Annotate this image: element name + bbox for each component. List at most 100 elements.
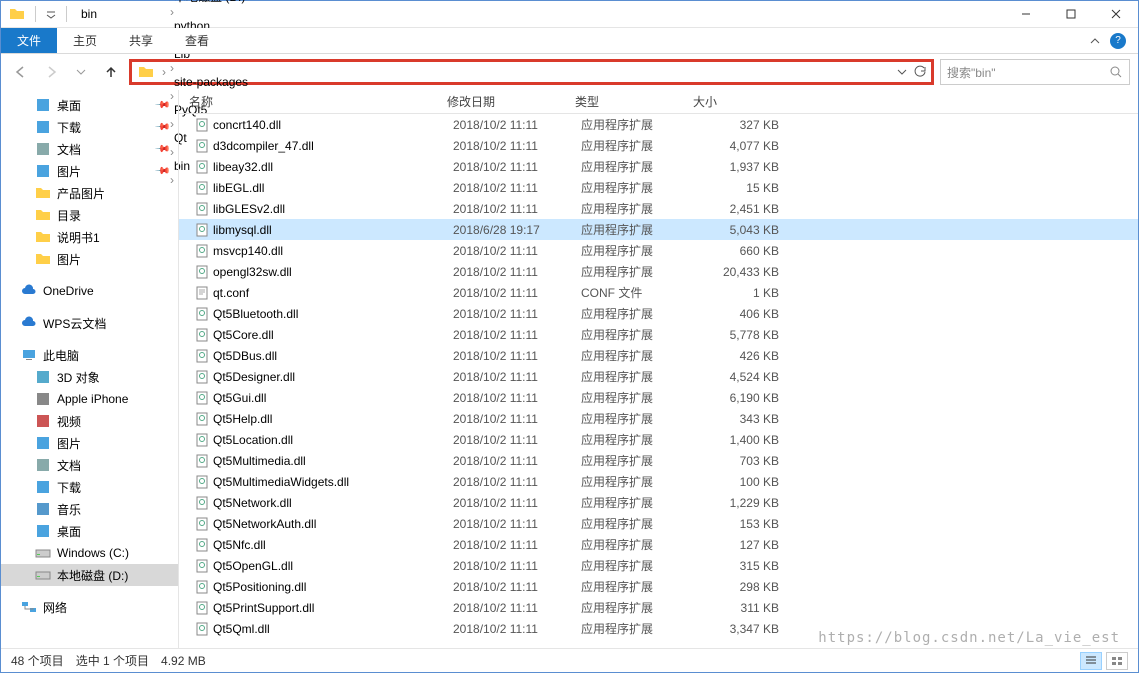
qat-overflow-icon[interactable] [46,9,56,19]
view-icons-button[interactable] [1106,652,1128,670]
sidebar-item[interactable]: 网络 [1,596,178,618]
file-row[interactable]: d3dcompiler_47.dll2018/10/2 11:11应用程序扩展4… [179,135,1138,156]
sidebar-item[interactable]: Apple iPhone [1,388,178,410]
file-row[interactable]: Qt5NetworkAuth.dll2018/10/2 11:11应用程序扩展1… [179,513,1138,534]
file-row[interactable]: Qt5Nfc.dll2018/10/2 11:11应用程序扩展127 KB [179,534,1138,555]
file-icon [195,580,213,594]
file-row[interactable]: Qt5Help.dll2018/10/2 11:11应用程序扩展343 KB [179,408,1138,429]
file-row[interactable]: Qt5OpenGL.dll2018/10/2 11:11应用程序扩展315 KB [179,555,1138,576]
search-input[interactable]: 搜索"bin" [940,59,1130,85]
sidebar[interactable]: 桌面📌下载📌文档📌图片📌产品图片目录说明书1 图片 OneDrive WPS云文档此电… [1,90,179,648]
file-row[interactable]: qt.conf2018/10/2 11:11CONF 文件1 KB [179,282,1138,303]
address-bar[interactable]: › 此电脑›本地磁盘 (D:)›python›Lib›site-packages… [129,59,934,85]
sidebar-item-label: 图片 [57,435,81,452]
tab-file[interactable]: 文件 [1,28,57,53]
dropdown-icon[interactable] [897,67,907,77]
file-row[interactable]: msvcp140.dll2018/10/2 11:11应用程序扩展660 KB [179,240,1138,261]
file-row[interactable]: Qt5Gui.dll2018/10/2 11:11应用程序扩展6,190 KB [179,387,1138,408]
tab-view[interactable]: 查看 [169,28,225,53]
forward-button[interactable] [39,60,63,84]
recent-dropdown[interactable] [69,60,93,84]
file-size: 4,077 KB [699,139,779,153]
col-type[interactable]: 类型 [565,93,683,110]
file-type: 应用程序扩展 [581,200,699,217]
sidebar-item[interactable]: 下载 [1,476,178,498]
back-button[interactable] [9,60,33,84]
col-date[interactable]: 修改日期 [437,93,565,110]
file-row[interactable]: libGLESv2.dll2018/10/2 11:11应用程序扩展2,451 … [179,198,1138,219]
sidebar-item[interactable]: 桌面📌 [1,94,178,116]
chevron-right-icon[interactable]: › [160,65,168,79]
maximize-button[interactable] [1048,1,1093,28]
file-row[interactable]: Qt5Positioning.dll2018/10/2 11:11应用程序扩展2… [179,576,1138,597]
file-list[interactable]: concrt140.dll2018/10/2 11:11应用程序扩展327 KB… [179,114,1138,648]
view-details-button[interactable] [1080,652,1102,670]
sidebar-item[interactable]: 图片 [1,432,178,454]
sidebar-item[interactable]: 下载📌 [1,116,178,138]
file-icon [195,538,213,552]
breadcrumb-item[interactable]: 本地磁盘 (D:) [168,0,254,5]
tab-home[interactable]: 主页 [57,28,113,53]
file-row[interactable]: libEGL.dll2018/10/2 11:11应用程序扩展15 KB [179,177,1138,198]
file-row[interactable]: Qt5Designer.dll2018/10/2 11:11应用程序扩展4,52… [179,366,1138,387]
sidebar-item[interactable]: Windows (C:) [1,542,178,564]
file-row[interactable]: libmysql.dll2018/6/28 19:17应用程序扩展5,043 K… [179,219,1138,240]
cloud-icon [21,283,37,299]
breadcrumb-item[interactable]: site-packages [168,75,254,89]
chevron-right-icon[interactable]: › [168,61,176,75]
sidebar-item[interactable]: 3D 对象 [1,366,178,388]
file-icon [195,433,213,447]
file-row[interactable]: Qt5DBus.dll2018/10/2 11:11应用程序扩展426 KB [179,345,1138,366]
sidebar-item-label: OneDrive [43,284,94,298]
sidebar-item[interactable]: 产品图片 [1,182,178,204]
sidebar-item[interactable]: 文档 [1,454,178,476]
file-size: 127 KB [699,538,779,552]
file-date: 2018/10/2 11:11 [453,286,581,300]
file-row[interactable]: Qt5MultimediaWidgets.dll2018/10/2 11:11应… [179,471,1138,492]
file-row[interactable]: Qt5Network.dll2018/10/2 11:11应用程序扩展1,229… [179,492,1138,513]
sidebar-item-label: 说明书1 [57,229,100,246]
sidebar-item[interactable]: 图片 [1,248,178,270]
file-size: 15 KB [699,181,779,195]
file-name: Qt5PrintSupport.dll [213,601,453,615]
col-name[interactable]: 名称 [179,93,437,110]
sidebar-item[interactable]: 目录 [1,204,178,226]
ribbon-expand-icon[interactable] [1090,36,1100,46]
sidebar-item[interactable]: 桌面 [1,520,178,542]
col-size[interactable]: 大小 [683,93,773,110]
sidebar-item[interactable]: 视频 [1,410,178,432]
file-row[interactable]: Qt5PrintSupport.dll2018/10/2 11:11应用程序扩展… [179,597,1138,618]
file-row[interactable]: Qt5Location.dll2018/10/2 11:11应用程序扩展1,40… [179,429,1138,450]
file-row[interactable]: Qt5Core.dll2018/10/2 11:11应用程序扩展5,778 KB [179,324,1138,345]
file-row[interactable]: Qt5Qml.dll2018/10/2 11:11应用程序扩展3,347 KB [179,618,1138,639]
file-name: Qt5Designer.dll [213,370,453,384]
up-button[interactable] [99,60,123,84]
sidebar-item[interactable]: 图片📌 [1,160,178,182]
file-row[interactable]: concrt140.dll2018/10/2 11:11应用程序扩展327 KB [179,114,1138,135]
file-type: 应用程序扩展 [581,305,699,322]
sidebar-item[interactable]: WPS云文档 [1,312,178,334]
sidebar-item[interactable]: 此电脑 [1,344,178,366]
file-row[interactable]: Qt5Bluetooth.dll2018/10/2 11:11应用程序扩展406… [179,303,1138,324]
help-icon[interactable]: ? [1110,33,1126,49]
file-row[interactable]: Qt5Multimedia.dll2018/10/2 11:11应用程序扩展70… [179,450,1138,471]
sidebar-item[interactable]: 本地磁盘 (D:) [1,564,178,586]
chevron-right-icon[interactable]: › [168,5,176,19]
file-row[interactable]: opengl32sw.dll2018/10/2 11:11应用程序扩展20,43… [179,261,1138,282]
sidebar-item[interactable]: 文档📌 [1,138,178,160]
refresh-icon[interactable] [913,65,927,79]
sidebar-item[interactable]: 音乐 [1,498,178,520]
close-button[interactable] [1093,1,1138,28]
file-name: Qt5Location.dll [213,433,453,447]
file-row[interactable]: libeay32.dll2018/10/2 11:11应用程序扩展1,937 K… [179,156,1138,177]
folder-icon [35,229,51,245]
file-icon [195,349,213,363]
file-size: 298 KB [699,580,779,594]
sidebar-item-label: 网络 [43,599,67,616]
sidebar-item[interactable]: OneDrive [1,280,178,302]
tab-share[interactable]: 共享 [113,28,169,53]
sidebar-item-label: 桌面 [57,523,81,540]
file-date: 2018/10/2 11:11 [453,517,581,531]
minimize-button[interactable] [1003,1,1048,28]
sidebar-item[interactable]: 说明书1 [1,226,178,248]
